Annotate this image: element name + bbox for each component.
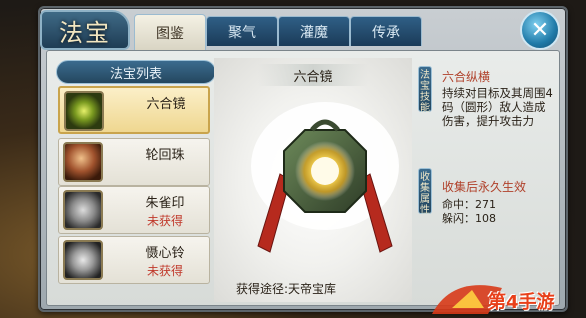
list-item-name: 六合镜 [146,97,186,112]
stat-dodge: 躲闪：108 [442,212,496,225]
close-icon: ✕ [530,17,550,43]
close-button[interactable]: ✕ [520,10,560,50]
item-title: 六合镜 [258,64,368,86]
mirror-icon [64,91,104,131]
skill-side-label: 法宝技能 [418,66,432,114]
status-locked: 未获得 [146,214,183,228]
tab-chuancheng[interactable]: 传承 [350,16,422,46]
bell-icon [63,240,103,280]
list-item-lunhuizhu[interactable]: 轮回珠 [58,138,210,186]
mirror-artifact-illustration [251,102,399,253]
skill-name: 六合纵横 [442,70,491,84]
list-item-zhuqueyin[interactable]: 朱雀印 未获得 [58,186,210,234]
list-item-shexinling[interactable]: 慑心铃 未获得 [58,236,210,284]
list-item-name: 慑心铃 [145,246,185,261]
list-item-name: 轮回珠 [145,148,185,163]
acquisition-source: 获得途径:天帝宝库 [236,282,337,296]
collection-side-label: 收集属性 [418,168,432,216]
status-locked: 未获得 [146,264,183,278]
tab-tujian[interactable]: 图鉴 [134,14,206,50]
collection-title: 收集后永久生效 [442,180,527,194]
skill-description: 持续对目标及其周围4码（圆形）敌人造成伤害，提升攻击力 [442,86,553,128]
tab-juqi[interactable]: 聚气 [206,16,278,46]
window-title-emblem: 法宝 [40,10,130,50]
watermark-text: 第4手游 [488,292,555,313]
list-item-liuhejing[interactable]: 六合镜 [58,86,210,134]
pearl-icon [63,142,103,182]
mirror-core-shape [311,157,339,185]
phoenix-seal-icon [63,190,103,230]
list-header: 法宝列表 [56,60,216,84]
tab-guanmo[interactable]: 灌魔 [278,16,350,46]
list-item-name: 朱雀印 [145,196,185,211]
